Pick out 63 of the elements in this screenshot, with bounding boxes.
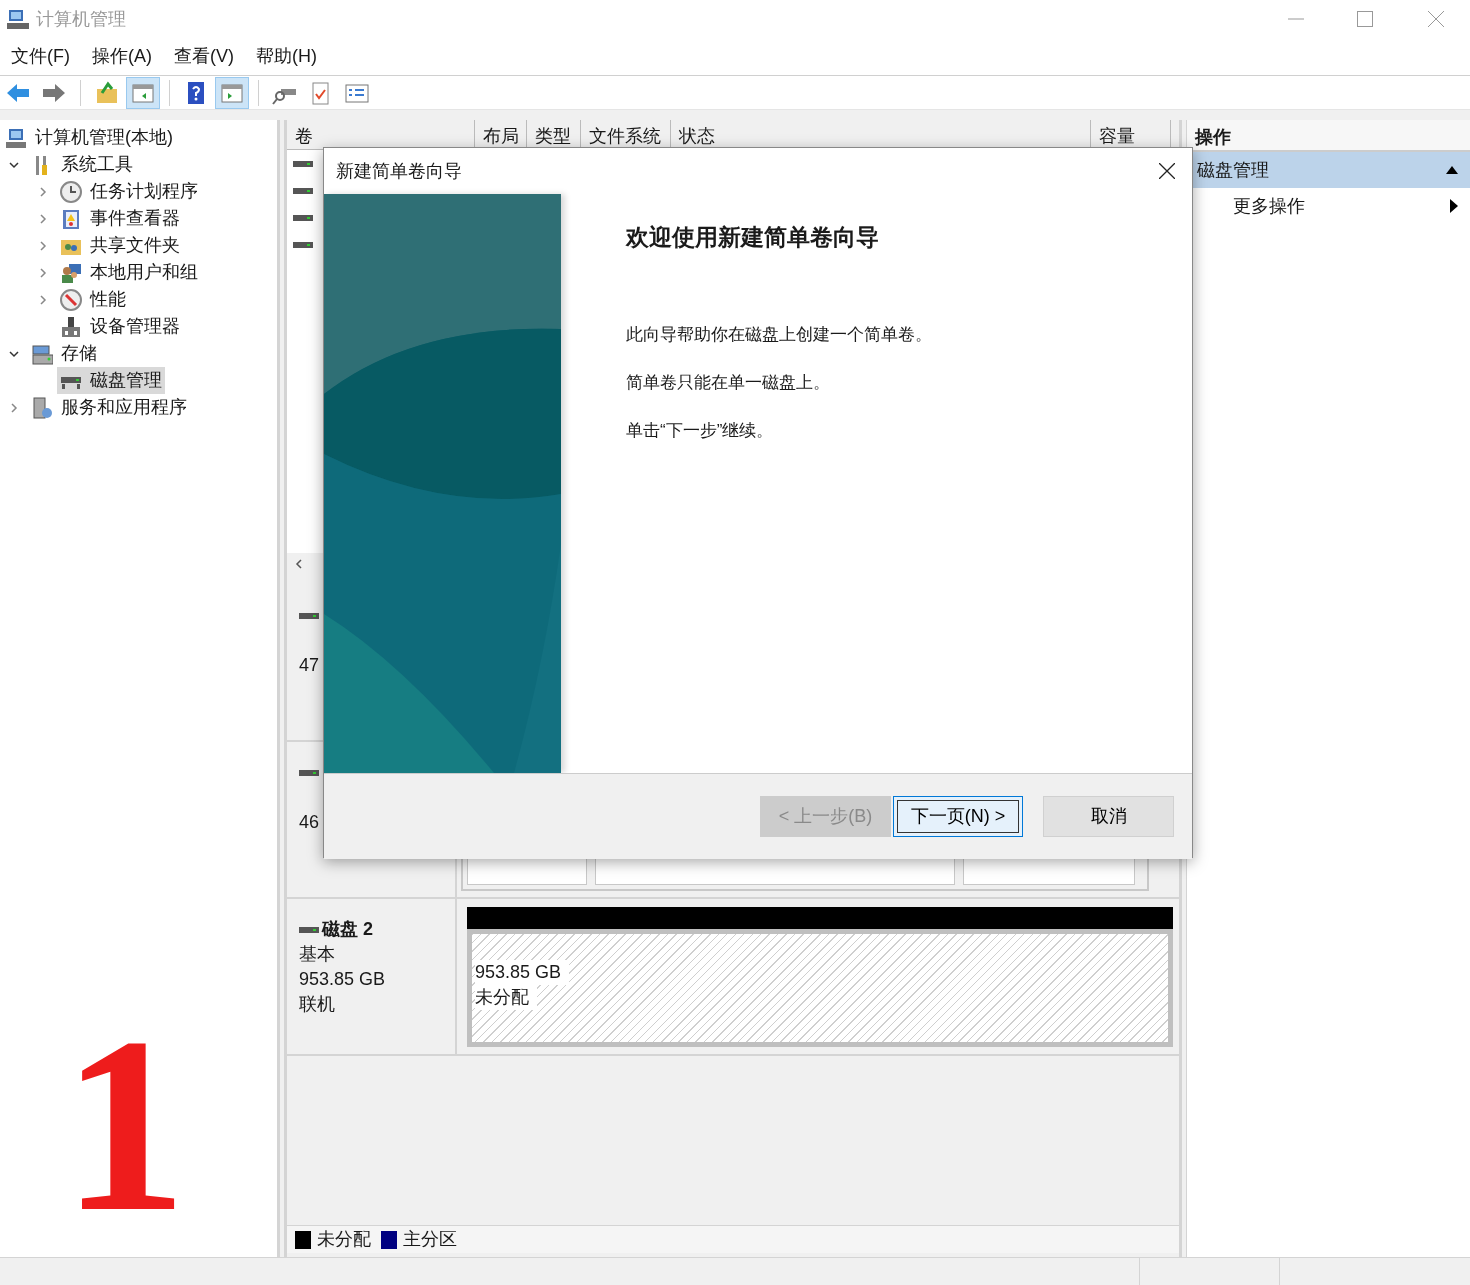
menu-item[interactable]: 操作(A) bbox=[81, 43, 163, 70]
chevron-right-icon[interactable] bbox=[37, 185, 49, 198]
menu-item[interactable]: 文件(F) bbox=[0, 43, 81, 70]
action-label: 磁盘管理 bbox=[1197, 158, 1269, 182]
chevron-right-icon[interactable] bbox=[37, 293, 49, 306]
computer-icon bbox=[7, 8, 29, 30]
clock-icon bbox=[60, 180, 82, 203]
tree-item[interactable]: 服务和应用程序 bbox=[61, 394, 187, 421]
wizard-text: 单击“下一步”继续。 bbox=[626, 419, 775, 442]
tree-item[interactable]: 系统工具 bbox=[61, 151, 133, 178]
chevron-right-icon[interactable] bbox=[37, 266, 49, 279]
device-icon bbox=[60, 315, 82, 338]
next-button[interactable]: 下一页(N) > bbox=[893, 796, 1023, 837]
wizard-text: 此向导帮助你在磁盘上创建一个简单卷。 bbox=[626, 323, 932, 346]
chevron-right-icon[interactable] bbox=[37, 212, 49, 225]
actions-title: 操作 bbox=[1187, 120, 1470, 152]
chevron-right-icon[interactable] bbox=[37, 239, 49, 252]
drive-icon bbox=[293, 239, 313, 250]
step-number: 1 bbox=[62, 1000, 187, 1250]
maximize-icon[interactable] bbox=[1357, 11, 1373, 27]
disk-size: 46 bbox=[299, 811, 321, 834]
storage-icon bbox=[31, 342, 53, 365]
close-icon[interactable] bbox=[1159, 163, 1175, 179]
drive-icon bbox=[293, 185, 313, 196]
action-label: 更多操作 bbox=[1233, 194, 1305, 218]
log-icon bbox=[60, 207, 82, 230]
chevron-left-icon[interactable] bbox=[293, 558, 305, 570]
gauge-icon bbox=[60, 288, 82, 311]
menu-item[interactable]: 帮助(H) bbox=[245, 43, 328, 70]
collapse-triangle-icon bbox=[1446, 166, 1458, 174]
tree-item[interactable]: 存储 bbox=[61, 340, 97, 367]
tree-item[interactable]: 共享文件夹 bbox=[90, 232, 180, 259]
wizard-text: 简单卷只能在单一磁盘上。 bbox=[626, 371, 831, 394]
drive-icon bbox=[293, 158, 313, 169]
tree-item[interactable]: 设备管理器 bbox=[90, 313, 180, 340]
disk-size: 953.85 GB bbox=[299, 968, 387, 991]
window-title: 计算机管理 bbox=[36, 7, 126, 31]
dialog-title: 新建简单卷向导 bbox=[336, 159, 462, 183]
disk-status: 联机 bbox=[299, 993, 336, 1016]
partition-size: 953.85 GB bbox=[475, 960, 570, 985]
submenu-triangle-icon bbox=[1450, 199, 1458, 213]
legend-label: 未分配 bbox=[317, 1228, 371, 1251]
chevron-right-icon[interactable] bbox=[8, 401, 20, 414]
users-icon bbox=[60, 261, 82, 284]
tree-item[interactable]: 本地用户和组 bbox=[90, 259, 198, 286]
disk-type: 基本 bbox=[299, 943, 336, 966]
disk-size: 47 bbox=[299, 654, 321, 677]
legend-label: 主分区 bbox=[403, 1228, 457, 1251]
server-icon bbox=[31, 396, 53, 419]
partition-status: 未分配 bbox=[475, 985, 537, 1010]
tree-item[interactable]: 任务计划程序 bbox=[90, 178, 198, 205]
cancel-button[interactable]: 取消 bbox=[1043, 796, 1174, 837]
tree-item[interactable]: 事件查看器 bbox=[90, 205, 180, 232]
disk-name: 磁盘 2 bbox=[322, 918, 373, 941]
tree-item[interactable]: 计算机管理(本地) bbox=[35, 124, 173, 151]
unallocated-partition[interactable]: 953.85 GB 未分配 bbox=[467, 929, 1173, 1047]
drive-icon bbox=[293, 212, 313, 223]
tree-item[interactable]: 性能 bbox=[90, 286, 126, 313]
menu-item[interactable]: 查看(V) bbox=[163, 43, 245, 70]
pane-icon[interactable] bbox=[127, 77, 159, 108]
actions-item[interactable]: 更多操作 bbox=[1187, 188, 1470, 224]
computer-icon bbox=[5, 126, 27, 149]
wizard-heading: 欢迎使用新建简单卷向导 bbox=[626, 223, 880, 252]
